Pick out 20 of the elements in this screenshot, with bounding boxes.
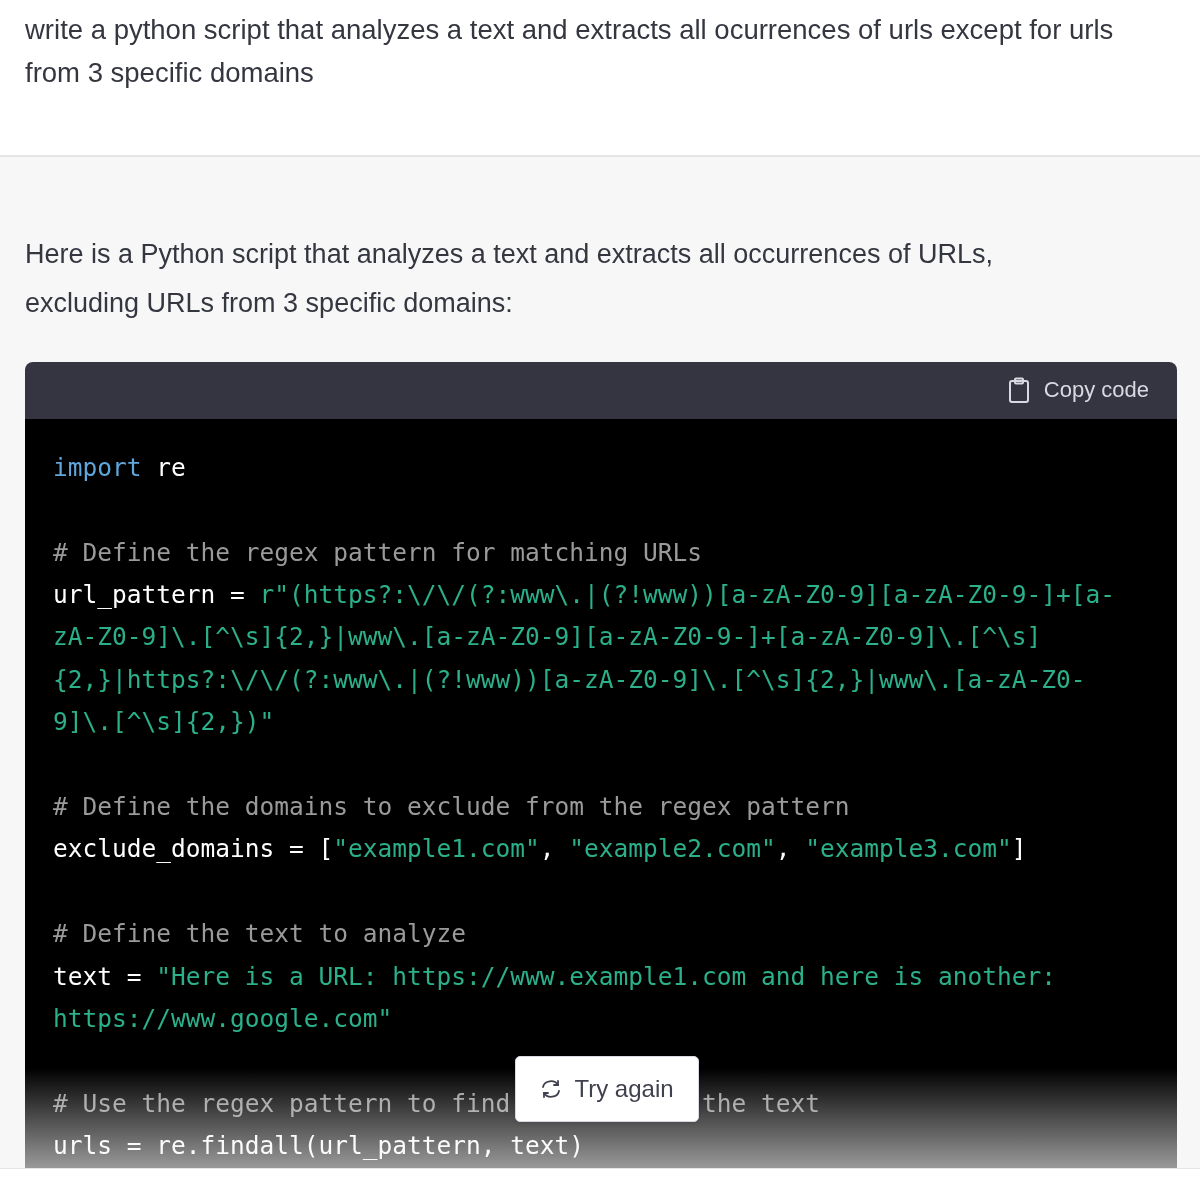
try-again-button[interactable]: Try again	[515, 1055, 699, 1122]
code-line: {2,}|https?:\/\/(?:www\.|(?!www))[a-zA-Z0-9]\.[^\s]{2,}|www\.[a-zA-Z0-	[53, 663, 1087, 696]
code-line: # Define the domains to exclude from the regex pattern	[53, 791, 851, 823]
refresh-icon	[540, 1078, 563, 1099]
code-line: # Define the regex pattern for matching URLs	[53, 536, 703, 569]
response-text: Here is a Python script that analyzes a text and extracts all occurrences of URLs, excluding URLs from 3 specific domains:	[25, 237, 994, 320]
code-comment: the text	[702, 1088, 821, 1118]
clipboard-icon	[1007, 377, 1030, 404]
copy-code-button[interactable]: Copy code	[1007, 377, 1149, 404]
code-line: 9]\.[^\s]{2,})"	[53, 706, 276, 739]
code-line: url_pattern = r"(https?:\/\/(?:www\.|(?!www))[a-zA-Z0-9][a-zA-Z0-9-]+[a-	[53, 579, 1117, 612]
prompt-text: write a python script that analyzes a text and extracts all ocurrences of urls except for urls from 3 specific domains	[25, 13, 1115, 90]
code-line: exclude_domains = ["example1.com", "example2.com", "example3.com"]	[53, 833, 1028, 866]
code-line: https://www.google.com"	[53, 1002, 394, 1035]
code-line: zA-Z0-9]\.[^\s]{2,}|www\.[a-zA-Z0-9][a-zA-Z0-9-]+[a-zA-Z0-9]\.[^\s]	[53, 621, 1043, 654]
code-line: urls = re.findall(url_pattern, text)	[53, 1130, 585, 1163]
code-line: import re	[53, 451, 187, 484]
code-line: # Define the text to analyze	[53, 918, 467, 951]
code-comment: # Use the regex pattern to find	[53, 1088, 511, 1118]
code-line: text = "Here is a URL: https://www.example1.com and here is another:	[53, 960, 1058, 993]
